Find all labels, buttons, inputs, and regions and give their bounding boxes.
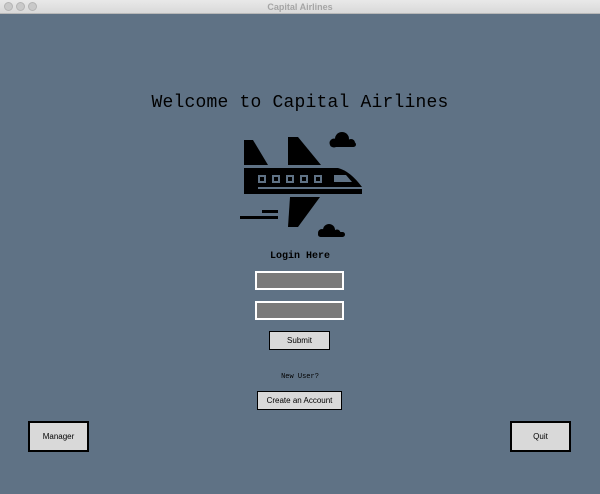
app-window: Capital Airlines Welcome to Capital Airl… [0, 0, 600, 494]
password-field[interactable] [255, 301, 344, 320]
airplane-with-clouds-icon [238, 127, 364, 239]
welcome-heading: Welcome to Capital Airlines [151, 93, 449, 113]
title-bar[interactable]: Capital Airlines [0, 0, 600, 14]
username-field[interactable] [255, 271, 344, 290]
cloud-icon [329, 132, 356, 148]
submit-button[interactable]: Submit [269, 331, 330, 350]
window-title: Capital Airlines [267, 2, 333, 12]
create-account-button[interactable]: Create an Account [257, 391, 342, 410]
quit-button[interactable]: Quit [510, 421, 571, 452]
new-user-label: New User? [281, 373, 319, 381]
cloud-icon [318, 224, 345, 237]
manager-button[interactable]: Manager [28, 421, 89, 452]
login-heading: Login Here [269, 251, 330, 262]
